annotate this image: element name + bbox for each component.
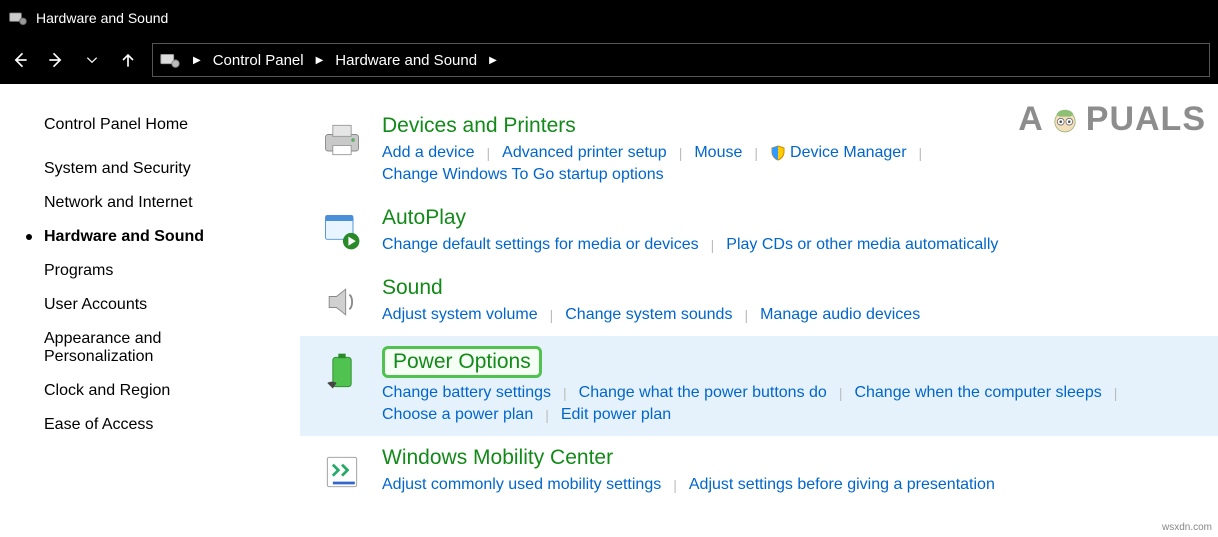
- nav-up-button[interactable]: [116, 48, 140, 72]
- link-choose-plan[interactable]: Choose a power plan: [382, 404, 533, 426]
- category-autoplay: AutoPlay Change default settings for med…: [300, 196, 1218, 266]
- nav-back-button[interactable]: [8, 48, 32, 72]
- sidebar-item-clock-region[interactable]: Clock and Region: [44, 374, 290, 408]
- link-presentation-settings[interactable]: Adjust settings before giving a presenta…: [689, 474, 995, 496]
- sidebar-item-user-accounts[interactable]: User Accounts: [44, 288, 290, 322]
- breadcrumb-root[interactable]: Control Panel: [213, 52, 304, 69]
- nav-recent-button[interactable]: [80, 48, 104, 72]
- category-sound: Sound Adjust system volume| Change syste…: [300, 266, 1218, 336]
- hardware-sound-icon: [8, 8, 28, 28]
- sidebar: Control Panel Home System and Security N…: [0, 84, 300, 537]
- category-title-power-options[interactable]: Power Options: [382, 346, 542, 378]
- link-autoplay-defaults[interactable]: Change default settings for media or dev…: [382, 234, 699, 256]
- category-power-options: Power Options Change battery settings| C…: [300, 336, 1218, 436]
- sidebar-item-hardware-sound[interactable]: Hardware and Sound: [44, 220, 290, 254]
- breadcrumb-icon: [159, 49, 181, 71]
- link-edit-plan[interactable]: Edit power plan: [561, 404, 671, 426]
- main-area: Control Panel Home System and Security N…: [0, 84, 1218, 537]
- navbar: ▶ Control Panel ▶ Hardware and Sound ▶: [0, 36, 1218, 84]
- sidebar-item-programs[interactable]: Programs: [44, 254, 290, 288]
- printer-icon: [320, 118, 364, 162]
- link-audio-devices[interactable]: Manage audio devices: [760, 304, 920, 326]
- autoplay-icon: [320, 210, 364, 254]
- category-title-sound[interactable]: Sound: [382, 276, 443, 300]
- link-system-sounds[interactable]: Change system sounds: [565, 304, 732, 326]
- nav-forward-button[interactable]: [44, 48, 68, 72]
- link-system-volume[interactable]: Adjust system volume: [382, 304, 538, 326]
- window-titlebar: Hardware and Sound: [0, 0, 1218, 36]
- chevron-right-icon: ▶: [483, 55, 503, 66]
- breadcrumb-current[interactable]: Hardware and Sound: [335, 52, 477, 69]
- link-play-cds[interactable]: Play CDs or other media automatically: [726, 234, 998, 256]
- category-mobility: Windows Mobility Center Adjust commonly …: [300, 436, 1218, 506]
- mobility-icon: [320, 450, 364, 494]
- category-title-autoplay[interactable]: AutoPlay: [382, 206, 466, 230]
- category-title-devices[interactable]: Devices and Printers: [382, 114, 576, 138]
- content: Devices and Printers Add a device| Advan…: [300, 84, 1218, 537]
- link-battery-settings[interactable]: Change battery settings: [382, 382, 551, 404]
- link-mobility-settings[interactable]: Adjust commonly used mobility settings: [382, 474, 661, 496]
- sidebar-item-home[interactable]: Control Panel Home: [44, 108, 290, 142]
- link-windows-togo[interactable]: Change Windows To Go startup options: [382, 164, 664, 186]
- chevron-right-icon: ▶: [310, 55, 330, 66]
- address-bar[interactable]: ▶ Control Panel ▶ Hardware and Sound ▶: [152, 43, 1210, 77]
- watermark-mascot-icon: [1048, 103, 1082, 137]
- sidebar-item-appearance[interactable]: Appearance and Personalization: [44, 322, 224, 374]
- watermark: A PUALS: [1018, 100, 1206, 139]
- power-battery-icon: [320, 350, 364, 394]
- category-title-mobility[interactable]: Windows Mobility Center: [382, 446, 613, 470]
- link-mouse[interactable]: Mouse: [694, 142, 742, 164]
- sidebar-item-system-security[interactable]: System and Security: [44, 152, 290, 186]
- sidebar-item-network[interactable]: Network and Internet: [44, 186, 290, 220]
- source-tag: wsxdn.com: [1162, 522, 1212, 533]
- speaker-icon: [320, 280, 364, 324]
- window-title: Hardware and Sound: [36, 10, 168, 26]
- link-computer-sleeps[interactable]: Change when the computer sleeps: [854, 382, 1101, 404]
- link-device-manager[interactable]: Device Manager: [770, 142, 907, 164]
- chevron-right-icon: ▶: [187, 55, 207, 66]
- link-power-buttons[interactable]: Change what the power buttons do: [579, 382, 827, 404]
- sidebar-item-ease-of-access[interactable]: Ease of Access: [44, 408, 290, 442]
- shield-icon: [770, 145, 786, 161]
- link-advanced-printer[interactable]: Advanced printer setup: [502, 142, 667, 164]
- link-add-device[interactable]: Add a device: [382, 142, 475, 164]
